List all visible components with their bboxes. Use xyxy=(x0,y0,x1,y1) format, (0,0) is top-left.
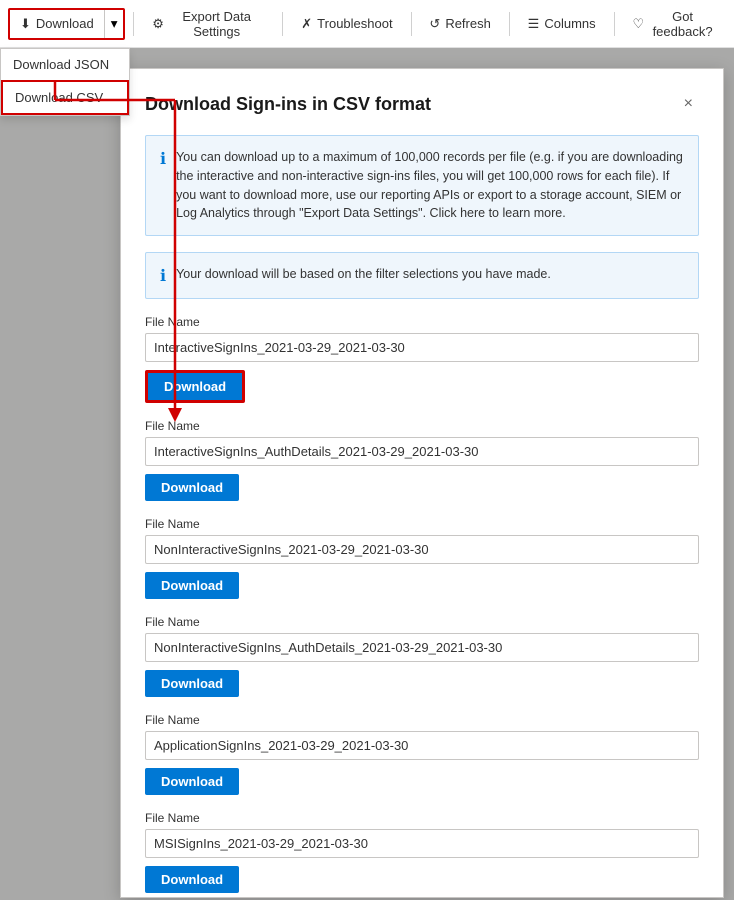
divider-4 xyxy=(509,12,510,36)
columns-label: Columns xyxy=(544,16,595,31)
info-icon-1: ℹ xyxy=(160,149,166,169)
download-button-1[interactable]: Download xyxy=(145,474,239,501)
file-sections-container: File NameDownloadFile NameDownloadFile N… xyxy=(145,315,699,893)
download-chevron-button[interactable]: ▾ xyxy=(104,10,124,38)
file-input-4[interactable] xyxy=(145,731,699,760)
download-icon: ⬇ xyxy=(20,16,31,32)
download-button-3[interactable]: Download xyxy=(145,670,239,697)
download-button-2[interactable]: Download xyxy=(145,572,239,599)
file-section-1: File Name Download xyxy=(145,419,699,501)
download-split-button[interactable]: ⬇ Download ▾ xyxy=(8,8,125,40)
divider-1 xyxy=(133,12,134,36)
download-button-4[interactable]: Download xyxy=(145,768,239,795)
divider-2 xyxy=(282,12,283,36)
refresh-button[interactable]: ↺ Refresh xyxy=(419,10,500,38)
info-box-filter: ℹ Your download will be based on the fil… xyxy=(145,252,699,299)
file-label-3: File Name xyxy=(145,615,699,629)
file-label-4: File Name xyxy=(145,713,699,727)
file-input-1[interactable] xyxy=(145,437,699,466)
chevron-down-icon: ▾ xyxy=(111,16,118,32)
download-json-item[interactable]: Download JSON xyxy=(1,49,129,80)
gear-icon: ⚙ xyxy=(152,16,164,32)
download-label: Download xyxy=(36,16,94,31)
download-modal: Download Sign-ins in CSV format × ℹ You … xyxy=(120,68,724,898)
wrench-icon: ✗ xyxy=(301,16,312,32)
troubleshoot-label: Troubleshoot xyxy=(317,16,392,31)
divider-3 xyxy=(411,12,412,36)
export-label: Export Data Settings xyxy=(169,9,265,39)
download-button-group: ⬇ Download ▾ xyxy=(8,8,125,40)
file-input-2[interactable] xyxy=(145,535,699,564)
toolbar: ⬇ Download ▾ ⚙ Export Data Settings ✗ Tr… xyxy=(0,0,734,48)
download-dropdown: Download JSON Download CSV xyxy=(0,48,130,116)
file-label-0: File Name xyxy=(145,315,699,329)
troubleshoot-button[interactable]: ✗ Troubleshoot xyxy=(291,10,402,38)
info-text-filter: Your download will be based on the filte… xyxy=(176,265,551,284)
divider-5 xyxy=(614,12,615,36)
file-section-5: File Name Download xyxy=(145,811,699,893)
file-input-5[interactable] xyxy=(145,829,699,858)
feedback-button[interactable]: ♡ Got feedback? xyxy=(622,3,726,45)
file-section-2: File Name Download xyxy=(145,517,699,599)
info-box-records: ℹ You can download up to a maximum of 10… xyxy=(145,135,699,236)
file-section-3: File Name Download xyxy=(145,615,699,697)
feedback-label: Got feedback? xyxy=(649,9,716,39)
export-data-settings-button[interactable]: ⚙ Export Data Settings xyxy=(142,3,274,45)
file-label-2: File Name xyxy=(145,517,699,531)
download-button-0[interactable]: Download xyxy=(145,370,245,403)
download-main-button[interactable]: ⬇ Download xyxy=(10,10,104,38)
download-button-5[interactable]: Download xyxy=(145,866,239,893)
file-input-3[interactable] xyxy=(145,633,699,662)
file-label-5: File Name xyxy=(145,811,699,825)
modal-close-button[interactable]: × xyxy=(678,93,699,115)
download-csv-item[interactable]: Download CSV xyxy=(1,80,129,115)
info-text-records: You can download up to a maximum of 100,… xyxy=(176,148,684,223)
refresh-label: Refresh xyxy=(445,16,491,31)
columns-icon: ☰ xyxy=(528,16,540,32)
refresh-icon: ↺ xyxy=(429,16,440,32)
info-icon-2: ℹ xyxy=(160,266,166,286)
file-input-0[interactable] xyxy=(145,333,699,362)
modal-title: Download Sign-ins in CSV format xyxy=(145,94,431,115)
file-section-4: File Name Download xyxy=(145,713,699,795)
columns-button[interactable]: ☰ Columns xyxy=(518,10,606,38)
file-section-0: File Name Download xyxy=(145,315,699,403)
file-label-1: File Name xyxy=(145,419,699,433)
heart-icon: ♡ xyxy=(632,16,644,32)
modal-header: Download Sign-ins in CSV format × xyxy=(145,93,699,115)
